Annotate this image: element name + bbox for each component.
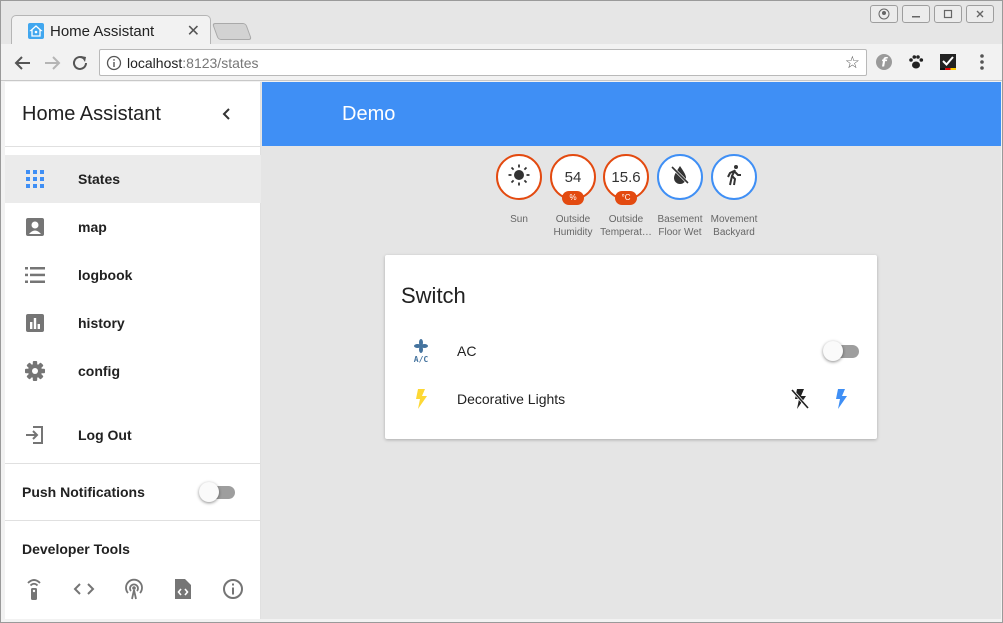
toggle-knob: [199, 482, 219, 502]
switch-card: Switch A/C AC Decorative Lights: [385, 255, 877, 439]
card-title: Switch: [401, 283, 466, 308]
badge-unit: %: [562, 191, 584, 205]
flash-on-icon[interactable]: [829, 387, 853, 411]
tab-title: Home Assistant: [50, 23, 155, 40]
profile-icon[interactable]: [870, 5, 898, 23]
extension-f-icon[interactable]: f: [875, 53, 893, 71]
entity-name: AC: [457, 343, 477, 359]
badge-value: 15.6: [611, 168, 641, 186]
app-header: Demo: [262, 82, 1001, 146]
sidebar-divider: [5, 463, 261, 464]
info-icon[interactable]: [221, 577, 245, 601]
minimize-button[interactable]: [902, 5, 930, 23]
sidebar-item-label: history: [78, 315, 125, 331]
logout-icon: [23, 423, 47, 447]
grid-icon: [23, 167, 47, 191]
ac-toggle[interactable]: [823, 341, 859, 361]
tab-close-icon[interactable]: ✕: [187, 21, 200, 41]
code-icon[interactable]: [72, 577, 96, 601]
browser-tab[interactable]: Home Assistant ✕: [11, 15, 211, 45]
sidebar-header: Home Assistant: [5, 82, 261, 147]
flash-off-icon[interactable]: [788, 387, 812, 411]
badge-unit: °C: [615, 191, 637, 205]
bookmark-star-icon[interactable]: ☆: [845, 53, 860, 73]
push-notifications-toggle[interactable]: [199, 482, 235, 502]
back-arrow-icon[interactable]: [12, 52, 34, 74]
sidebar-item-config[interactable]: config: [5, 347, 261, 395]
url-path: :8123/states: [182, 55, 259, 71]
gear-icon: [23, 359, 47, 383]
badge-label: Sun: [510, 214, 528, 225]
badge-label: Outside Humidity: [553, 214, 593, 238]
toggle-knob: [823, 341, 843, 361]
bar-chart-icon: [23, 311, 47, 335]
window-controls: [870, 5, 994, 23]
main-content: Demo Sun 54 % Outside Humidity 15.6 °C O…: [262, 82, 1001, 619]
sidebar-divider: [5, 520, 261, 521]
address-bar[interactable]: localhost:8123/states ☆: [99, 49, 867, 76]
sidebar-item-map[interactable]: map: [5, 203, 261, 251]
info-icon[interactable]: [106, 55, 122, 71]
reload-icon[interactable]: [69, 52, 91, 74]
sidebar: Home Assistant States map logbook histor…: [5, 82, 261, 619]
badge-circle[interactable]: [657, 154, 703, 200]
sidebar-item-history[interactable]: history: [5, 299, 261, 347]
badge-label: Outside Temperat…: [600, 214, 652, 238]
sun-icon: [507, 163, 531, 192]
sidebar-item-states[interactable]: States: [5, 155, 261, 203]
entity-row-ac[interactable]: A/C AC: [385, 331, 877, 371]
flash-icon: [409, 387, 433, 411]
entity-row-decorative-lights[interactable]: Decorative Lights: [385, 379, 877, 419]
forward-arrow-icon[interactable]: [41, 52, 63, 74]
broadcast-icon[interactable]: [122, 577, 146, 601]
sidebar-item-logbook[interactable]: logbook: [5, 251, 261, 299]
badge-label: Movement Backyard: [710, 214, 758, 238]
extension-paw-icon[interactable]: [907, 53, 925, 71]
water-off-icon: [669, 164, 691, 191]
browser-window: Home Assistant ✕ localhost:8123/states ☆…: [0, 0, 1003, 623]
browser-toolbar: localhost:8123/states ☆ f: [1, 44, 1002, 81]
page-title: Demo: [342, 103, 396, 125]
file-code-icon[interactable]: [171, 577, 195, 601]
entity-name: Decorative Lights: [457, 391, 566, 407]
badge-circle[interactable]: [496, 154, 542, 200]
developer-tools-bar: [5, 577, 261, 607]
sidebar-item-label: config: [78, 363, 120, 379]
browser-menu-icon[interactable]: [973, 53, 991, 71]
collapse-chevron-icon[interactable]: [216, 103, 238, 125]
maximize-button[interactable]: [934, 5, 962, 23]
air-conditioner-icon: A/C: [409, 339, 433, 363]
developer-tools-label: Developer Tools: [22, 541, 130, 557]
badge-circle[interactable]: [711, 154, 757, 200]
badge-value: 54: [564, 168, 582, 186]
logout-label: Log Out: [78, 427, 132, 443]
remote-icon[interactable]: [22, 577, 46, 601]
browser-titlebar: Home Assistant ✕: [1, 1, 1002, 45]
home-assistant-favicon-icon: [28, 23, 44, 39]
sidebar-item-label: logbook: [78, 267, 133, 283]
svg-text:A/C: A/C: [414, 355, 429, 363]
account-box-icon: [23, 215, 47, 239]
push-notifications-label: Push Notifications: [22, 484, 145, 500]
extension-check-icon[interactable]: [939, 53, 957, 71]
list-icon: [23, 263, 47, 287]
page-content: Home Assistant States map logbook histor…: [5, 82, 1001, 619]
sidebar-item-label: map: [78, 219, 107, 235]
address-url[interactable]: localhost:8123/states: [127, 55, 259, 71]
new-tab-button[interactable]: [211, 23, 253, 40]
sidebar-title: Home Assistant: [22, 103, 161, 125]
close-window-button[interactable]: [966, 5, 994, 23]
badge-label: Basement Floor Wet: [657, 214, 703, 238]
url-host: localhost: [127, 55, 183, 71]
logout-button[interactable]: Log Out: [5, 411, 261, 459]
walk-icon: [723, 164, 745, 191]
sidebar-item-label: States: [78, 171, 121, 187]
